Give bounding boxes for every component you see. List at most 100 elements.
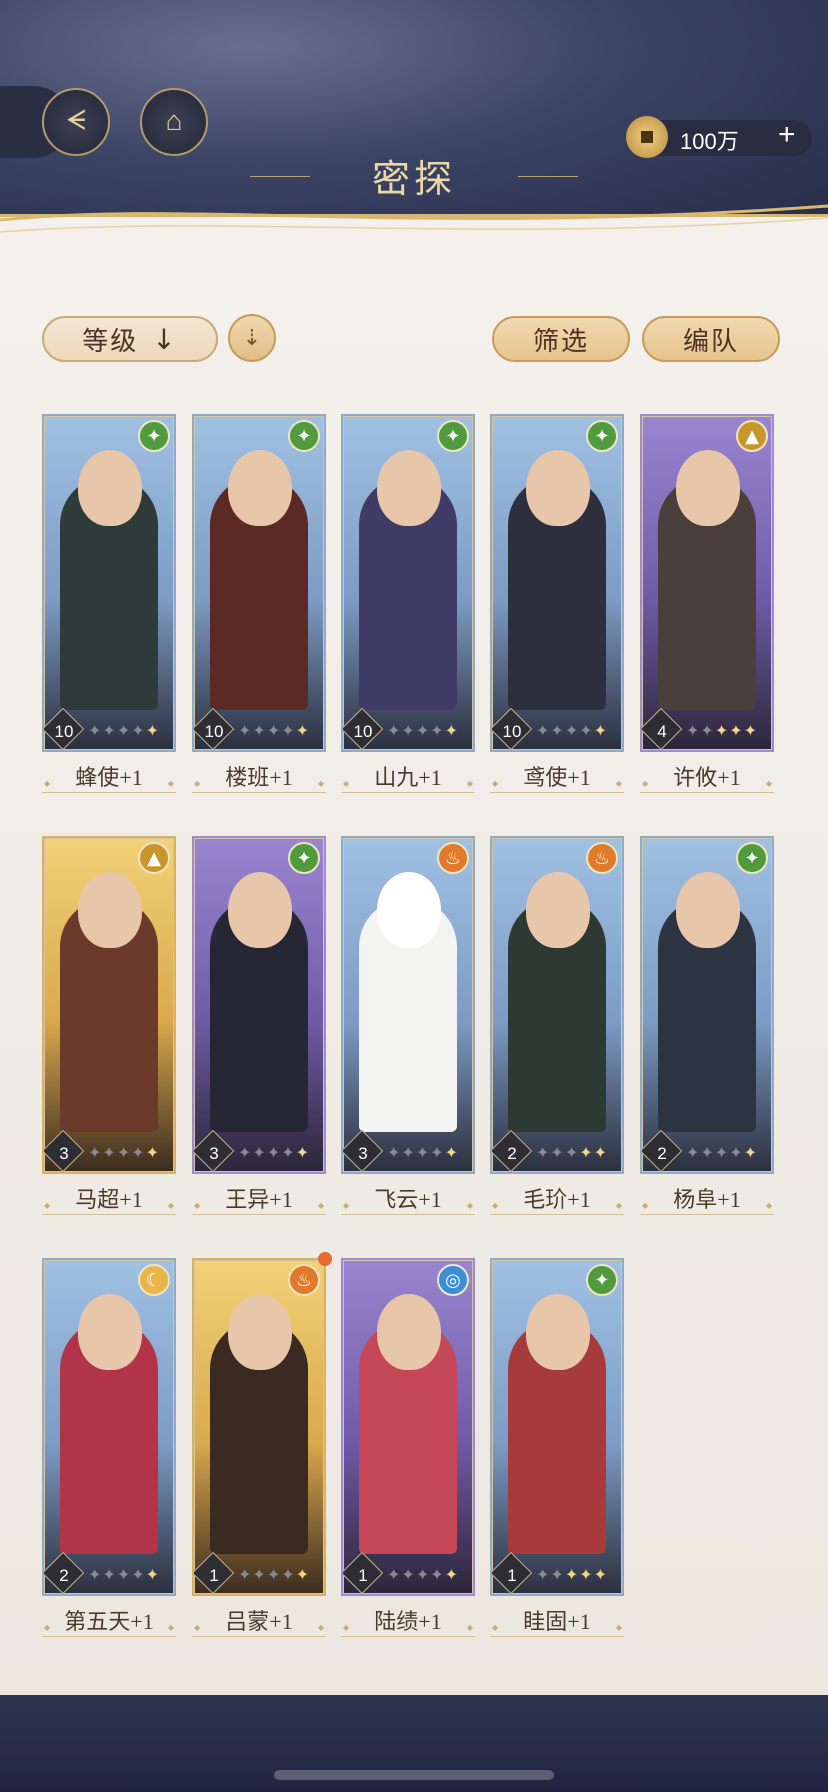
star-empty-icon: ✦ — [401, 1565, 416, 1584]
sort-arrow-icon: ↓ — [152, 322, 178, 356]
character-head — [526, 1294, 590, 1370]
character-head — [526, 450, 590, 526]
level-number: 3 — [358, 1144, 368, 1163]
page-title: 密探 — [371, 159, 456, 201]
agent-name: 许攸+1 — [640, 764, 774, 798]
level-number: 1 — [358, 1566, 368, 1585]
character-head — [78, 872, 142, 948]
team-button[interactable]: 编队 — [642, 316, 780, 362]
star-filled-icon: ✦ — [729, 721, 744, 740]
element-badge-icon: ▲ — [138, 842, 170, 874]
star-filled-icon: ✦ — [295, 1565, 311, 1584]
level-number: 2 — [657, 1144, 667, 1163]
star-empty-icon: ✦ — [686, 721, 701, 740]
element-badge-icon: ▲ — [736, 420, 768, 452]
star-empty-icon: ✦ — [88, 721, 103, 740]
agent-name: 吕蒙+1 — [192, 1608, 326, 1642]
element-badge-icon: ◎ — [437, 1264, 469, 1296]
agent-card[interactable]: ✦ 10 ✦✦✦✦✦ — [490, 414, 624, 752]
star-rating: ✦✦✦✦✦ — [536, 1143, 608, 1162]
star-empty-icon: ✦ — [116, 1143, 132, 1162]
star-empty-icon: ✦ — [102, 1143, 117, 1162]
agent-name: 陆绩+1 — [341, 1608, 475, 1642]
element-badge-icon: ✦ — [288, 842, 320, 874]
agent-name: 第五天+1 — [42, 1608, 176, 1642]
level-number: 1 — [209, 1566, 219, 1585]
star-empty-icon: ✦ — [550, 1143, 565, 1162]
element-badge-icon: ✦ — [138, 420, 170, 452]
star-empty-icon: ✦ — [88, 1143, 103, 1162]
star-empty-icon: ✦ — [700, 1143, 715, 1162]
agent-card[interactable]: ✦ 2 ✦✦✦✦✦ — [640, 836, 774, 1174]
level-number: 2 — [507, 1144, 517, 1163]
star-empty-icon: ✦ — [387, 721, 402, 740]
star-empty-icon: ✦ — [401, 721, 416, 740]
star-empty-icon: ✦ — [536, 721, 551, 740]
agent-card[interactable]: ♨ 3 ✦✦✦✦✦ — [341, 836, 475, 1174]
agent-name: 鸢使+1 — [490, 764, 624, 798]
star-empty-icon: ✦ — [729, 1143, 744, 1162]
star-empty-icon: ✦ — [415, 1565, 431, 1584]
star-empty-icon: ✦ — [252, 721, 267, 740]
agent-card[interactable]: ♨ 2 ✦✦✦✦✦ — [490, 836, 624, 1174]
level-number: 10 — [204, 722, 224, 741]
star-filled-icon: ✦ — [579, 1565, 594, 1584]
star-empty-icon: ✦ — [281, 1143, 296, 1162]
star-rating: ✦✦✦✦✦ — [387, 1565, 459, 1584]
back-button[interactable]: ᗕ — [42, 88, 110, 156]
star-empty-icon: ✦ — [550, 721, 565, 740]
agent-name: 眭固+1 — [490, 1608, 624, 1642]
star-empty-icon: ✦ — [564, 1143, 580, 1162]
star-rating: ✦✦✦✦✦ — [387, 721, 459, 740]
star-rating: ✦✦✦✦✦ — [88, 1143, 160, 1162]
star-empty-icon: ✦ — [252, 1143, 267, 1162]
star-empty-icon: ✦ — [564, 721, 580, 740]
agent-card[interactable]: ▲ 3 ✦✦✦✦✦ — [42, 836, 176, 1174]
home-button[interactable]: ⌂ — [140, 88, 208, 156]
element-badge-icon: ✦ — [736, 842, 768, 874]
currency-value: 100万 — [680, 129, 739, 154]
star-empty-icon: ✦ — [579, 721, 594, 740]
agent-card[interactable]: ✦ 3 ✦✦✦✦✦ — [192, 836, 326, 1174]
agent-card[interactable]: ◎ 1 ✦✦✦✦✦ — [341, 1258, 475, 1596]
star-empty-icon: ✦ — [700, 721, 715, 740]
level-number: 1 — [507, 1566, 517, 1585]
agent-card[interactable]: ♨ 1 ✦✦✦✦✦ — [192, 1258, 326, 1596]
character-head — [526, 872, 590, 948]
element-badge-icon: ♨ — [586, 842, 618, 874]
star-filled-icon: ✦ — [579, 1143, 594, 1162]
star-empty-icon: ✦ — [102, 1565, 117, 1584]
star-empty-icon: ✦ — [387, 1565, 402, 1584]
element-badge-icon: ♨ — [288, 1264, 320, 1296]
star-filled-icon: ✦ — [444, 1143, 460, 1162]
level-number: 3 — [59, 1144, 69, 1163]
agent-card[interactable]: ✦ 10 ✦✦✦✦✦ — [192, 414, 326, 752]
add-currency-button[interactable]: + — [778, 118, 796, 152]
star-empty-icon: ✦ — [266, 721, 282, 740]
star-empty-icon: ✦ — [131, 1565, 146, 1584]
character-head — [377, 1294, 441, 1370]
star-rating: ✦✦✦✦✦ — [536, 721, 608, 740]
element-badge-icon: ☾ — [138, 1264, 170, 1296]
star-empty-icon: ✦ — [88, 1565, 103, 1584]
star-empty-icon: ✦ — [281, 721, 296, 740]
sort-button[interactable]: 等级 ↓ — [42, 316, 218, 362]
back-arrow-icon: ᗕ — [65, 106, 87, 137]
gold-wave-decoration — [0, 204, 828, 233]
agent-card[interactable]: ▲ 4 ✦✦✦✦✦ — [640, 414, 774, 752]
sort-order-toggle[interactable]: ⇣ — [228, 314, 276, 362]
star-empty-icon: ✦ — [238, 1143, 253, 1162]
agent-card[interactable]: ☾ 2 ✦✦✦✦✦ — [42, 1258, 176, 1596]
star-rating: ✦✦✦✦✦ — [88, 721, 160, 740]
star-filled-icon: ✦ — [295, 721, 311, 740]
agent-card[interactable]: ✦ 10 ✦✦✦✦✦ — [42, 414, 176, 752]
star-empty-icon: ✦ — [238, 721, 253, 740]
agent-card[interactable]: ✦ 1 ✦✦✦✦✦ — [490, 1258, 624, 1596]
character-head — [377, 872, 441, 948]
filter-button[interactable]: 筛选 — [492, 316, 630, 362]
star-rating: ✦✦✦✦✦ — [238, 721, 310, 740]
character-head — [676, 450, 740, 526]
star-empty-icon: ✦ — [401, 1143, 416, 1162]
agent-card[interactable]: ✦ 10 ✦✦✦✦✦ — [341, 414, 475, 752]
star-empty-icon: ✦ — [430, 1143, 445, 1162]
